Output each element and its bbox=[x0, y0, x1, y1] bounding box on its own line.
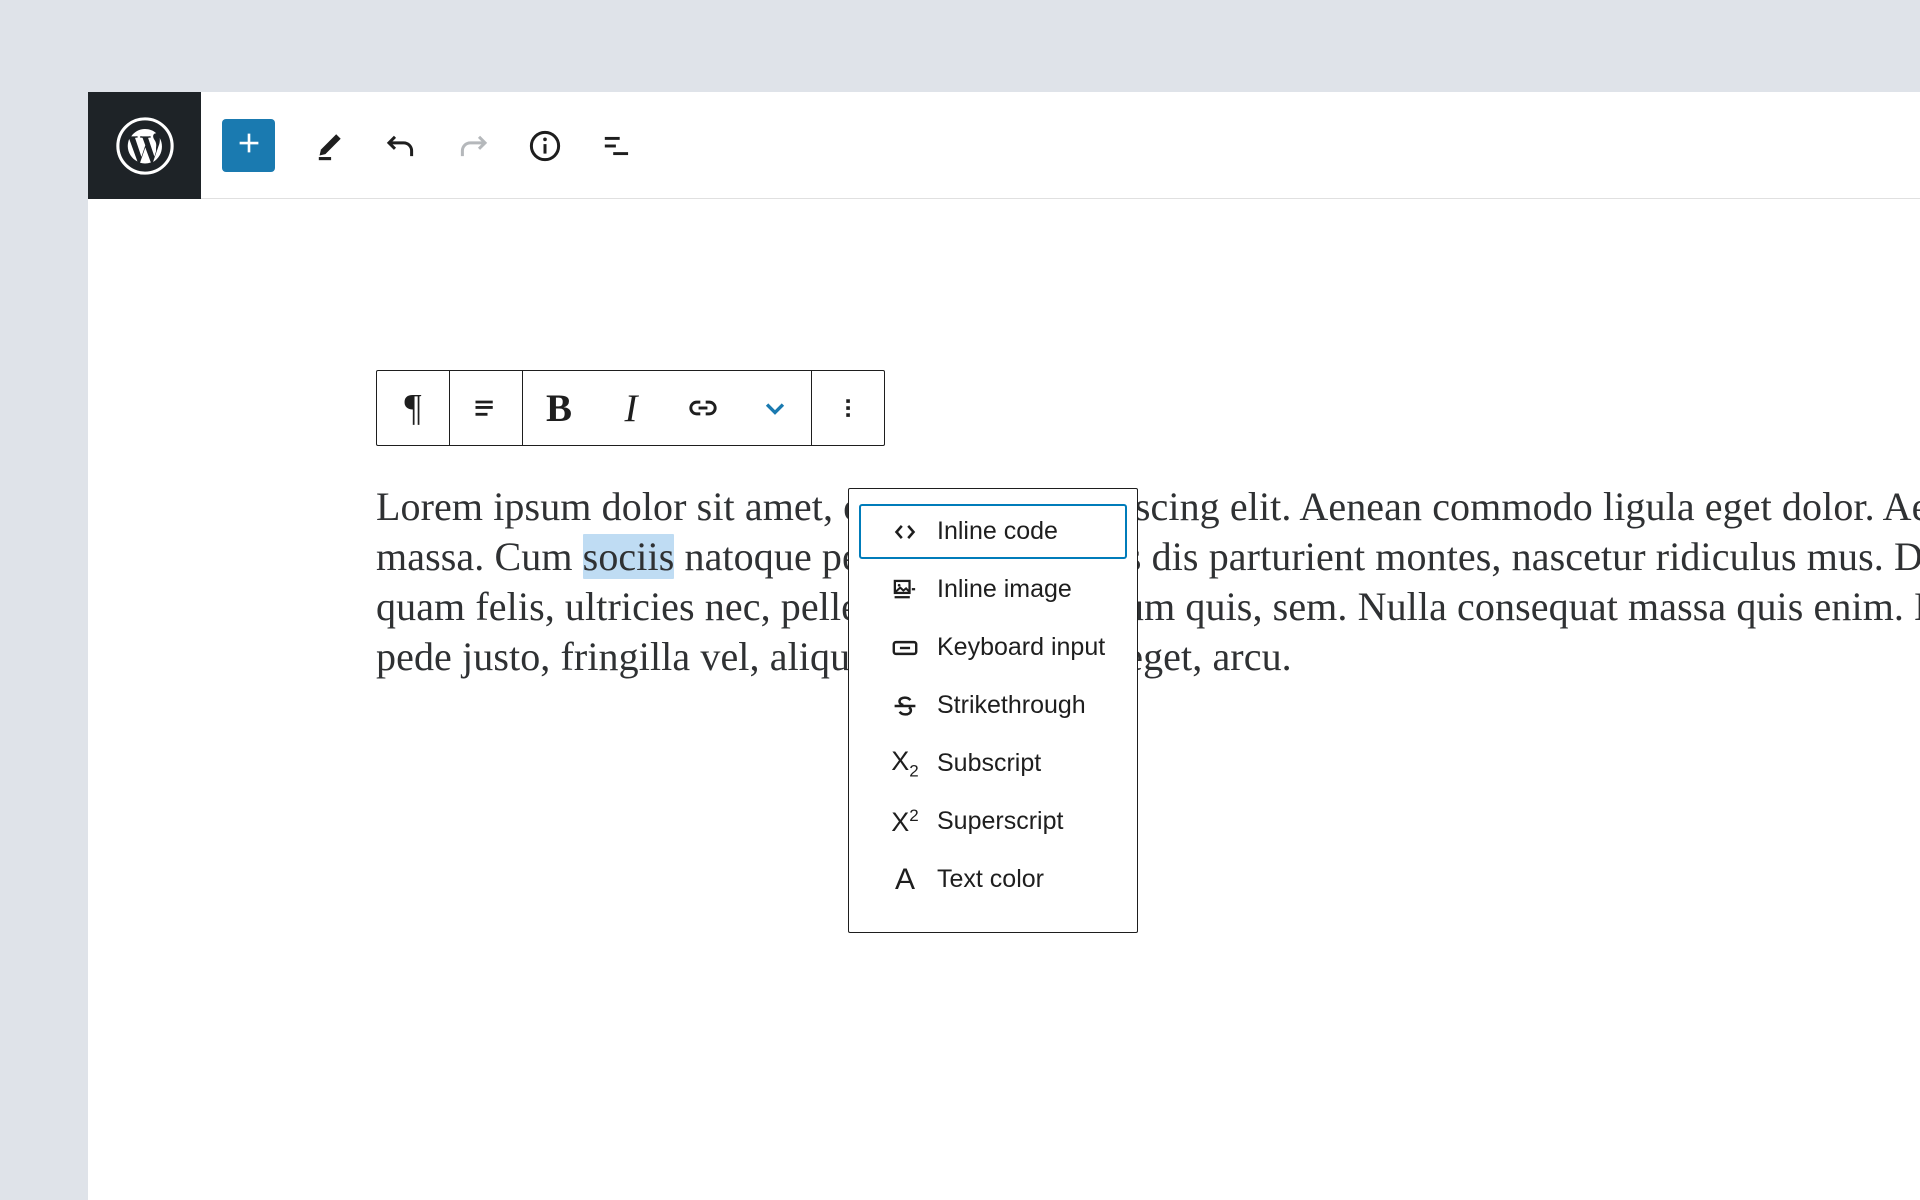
paragraph-block[interactable]: Lorem ipsum dolor sit amet, consectetuer… bbox=[376, 482, 1920, 682]
align-text-icon bbox=[468, 390, 504, 426]
pencil-icon bbox=[311, 128, 347, 164]
edit-mode-button[interactable] bbox=[293, 110, 365, 182]
text-color-icon: A bbox=[885, 860, 925, 900]
menu-item-superscript[interactable]: X2 Superscript bbox=[859, 794, 1127, 849]
menu-item-strikethrough[interactable]: Strikethrough bbox=[859, 678, 1127, 733]
wordpress-logo-icon bbox=[114, 115, 176, 177]
details-button[interactable] bbox=[509, 110, 581, 182]
undo-arrow-icon bbox=[382, 127, 420, 165]
bold-button[interactable]: B bbox=[523, 371, 595, 445]
list-view-button[interactable] bbox=[581, 110, 653, 182]
selected-text-highlight: sociis bbox=[583, 534, 675, 579]
menu-item-label: Strikethrough bbox=[937, 693, 1086, 718]
menu-item-label: Keyboard input bbox=[937, 635, 1105, 660]
menu-item-label: Text color bbox=[937, 867, 1044, 892]
vertical-dots-icon bbox=[833, 393, 863, 423]
menu-item-inline-image[interactable]: Inline image bbox=[859, 562, 1127, 617]
italic-icon: I bbox=[625, 389, 638, 428]
more-rich-text-button[interactable] bbox=[739, 371, 811, 445]
header-tool-group bbox=[216, 92, 653, 199]
italic-button[interactable]: I bbox=[595, 371, 667, 445]
menu-item-label: Subscript bbox=[937, 751, 1041, 776]
chevron-down-icon bbox=[758, 391, 792, 425]
redo-arrow-icon bbox=[454, 127, 492, 165]
menu-item-subscript[interactable]: X2 Subscript bbox=[859, 736, 1127, 791]
editor-shell: ¶ bbox=[88, 92, 1920, 1200]
menu-item-text-color[interactable]: A Text color bbox=[859, 852, 1127, 907]
link-icon bbox=[684, 389, 722, 427]
block-type-group: ¶ bbox=[377, 371, 450, 445]
info-circle-icon bbox=[526, 127, 564, 165]
block-toolbar: ¶ bbox=[376, 370, 885, 446]
editor-header-toolbar bbox=[88, 92, 1920, 199]
formatting-options-menu: Inline code Inline image bbox=[848, 488, 1138, 933]
link-button[interactable] bbox=[667, 371, 739, 445]
menu-item-label: Inline code bbox=[937, 519, 1058, 544]
block-inserter-button[interactable] bbox=[222, 119, 275, 172]
align-group bbox=[450, 371, 523, 445]
paragraph-pilcrow-icon: ¶ bbox=[404, 389, 421, 427]
superscript-icon: X2 bbox=[885, 802, 925, 842]
plus-icon bbox=[234, 128, 264, 163]
menu-item-inline-code[interactable]: Inline code bbox=[859, 504, 1127, 559]
inline-image-icon bbox=[885, 570, 925, 610]
block-options-group bbox=[812, 371, 884, 445]
block-options-button[interactable] bbox=[812, 371, 884, 445]
menu-item-label: Inline image bbox=[937, 577, 1072, 602]
menu-item-keyboard-input[interactable]: Keyboard input bbox=[859, 620, 1127, 675]
list-view-icon bbox=[598, 127, 636, 165]
undo-button[interactable] bbox=[365, 110, 437, 182]
wordpress-logo-button[interactable] bbox=[88, 92, 201, 199]
bold-icon: B bbox=[546, 389, 572, 428]
align-text-button[interactable] bbox=[450, 371, 522, 445]
inline-format-group: B I bbox=[523, 371, 812, 445]
keyboard-key-icon bbox=[885, 628, 925, 668]
strikethrough-icon bbox=[885, 686, 925, 726]
screen-root: ¶ bbox=[0, 0, 1920, 1200]
block-type-button[interactable]: ¶ bbox=[377, 371, 449, 445]
code-brackets-icon bbox=[885, 512, 925, 552]
editor-canvas: ¶ bbox=[88, 200, 1920, 1200]
menu-item-label: Superscript bbox=[937, 809, 1063, 834]
subscript-icon: X2 bbox=[885, 744, 925, 784]
redo-button[interactable] bbox=[437, 110, 509, 182]
